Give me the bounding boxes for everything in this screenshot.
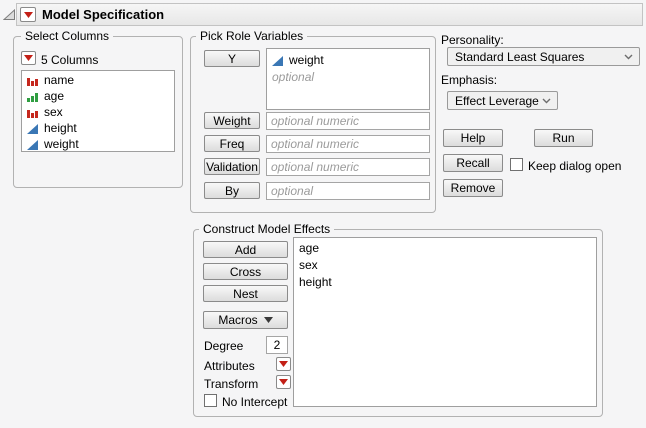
add-button[interactable]: Add [203,241,288,258]
continuous-column-icon [272,55,283,66]
select-columns-legend: Select Columns [21,29,114,43]
emphasis-dropdown[interactable]: Effect Leverage [447,91,558,110]
columns-list[interactable]: name age sex height weight [21,70,175,152]
nominal-column-icon [27,77,38,86]
red-triangle-icon [279,361,288,367]
red-triangle-icon [23,11,33,18]
help-button[interactable]: Help [443,129,503,147]
by-role-input[interactable] [266,182,430,200]
nominal-column-icon [27,109,38,118]
effect-item[interactable]: height [294,274,596,291]
keep-dialog-open-label: Keep dialog open [528,159,622,173]
personality-label: Personality: [441,33,504,47]
list-item[interactable]: height [22,120,174,136]
effect-item[interactable]: age [294,240,596,257]
page-title: Model Specification [42,7,165,22]
list-item[interactable]: sex [22,104,174,120]
run-button[interactable]: Run [534,129,593,147]
freq-role-button[interactable]: Freq [204,135,260,152]
degree-label: Degree [204,339,244,353]
y-assigned-item[interactable]: weight [267,51,429,69]
degree-input[interactable] [266,336,288,354]
keep-dialog-open-checkbox[interactable] [510,158,523,171]
freq-role-input[interactable] [266,135,430,153]
y-optional-placeholder: optional [272,70,315,84]
validation-role-button[interactable]: Validation [204,158,260,175]
chevron-down-icon [542,98,551,103]
recall-button[interactable]: Recall [443,154,503,172]
model-specification-dialog: Model Specification Select Columns 5 Col… [0,0,646,428]
column-name: age [44,88,65,103]
list-item[interactable]: name [22,72,174,88]
cross-button[interactable]: Cross [203,263,288,280]
list-item[interactable]: age [22,88,174,104]
weight-role-button[interactable]: Weight [204,112,260,129]
transform-label: Transform [204,377,259,391]
list-item[interactable]: weight [22,136,174,151]
nest-button[interactable]: Nest [203,285,288,302]
outline-header: Model Specification [16,3,643,26]
ordinal-column-icon [27,92,38,102]
macros-button[interactable]: Macros [203,311,288,329]
column-name: height [44,120,77,135]
column-name: name [44,72,75,87]
pick-role-variables-legend: Pick Role Variables [196,29,308,43]
continuous-column-icon [27,139,38,150]
weight-role-input[interactable] [266,112,430,130]
emphasis-label: Emphasis: [441,73,498,87]
effect-item[interactable]: sex [294,257,596,274]
personality-value: Standard Least Squares [455,49,585,64]
remove-button[interactable]: Remove [443,179,503,197]
attributes-label: Attributes [204,359,255,373]
by-role-button[interactable]: By [204,182,260,199]
continuous-column-icon [27,123,38,134]
disclosure-triangle-icon[interactable] [3,9,16,21]
columns-count-label: 5 Columns [41,53,99,67]
red-triangle-icon [24,55,33,61]
emphasis-value: Effect Leverage [455,93,539,108]
model-effects-list[interactable]: age sex height [293,237,597,407]
chevron-down-icon [624,54,633,59]
attributes-menu-button[interactable] [276,357,291,371]
red-triangle-icon [279,379,288,385]
construct-model-effects-legend: Construct Model Effects [199,222,335,236]
transform-menu-button[interactable] [276,375,291,389]
macros-label: Macros [218,313,258,327]
y-role-list[interactable]: weight optional [266,48,430,110]
y-role-button[interactable]: Y [204,50,260,67]
columns-menu-button[interactable] [21,51,36,65]
validation-role-input[interactable] [266,158,430,176]
column-name: sex [44,104,63,119]
red-triangle-menu-button[interactable] [20,7,36,22]
personality-dropdown[interactable]: Standard Least Squares [447,47,640,66]
dropdown-triangle-icon [263,317,273,323]
no-intercept-label: No Intercept [222,395,288,409]
no-intercept-checkbox[interactable] [204,394,217,407]
y-assigned-name: weight [289,52,324,67]
column-name: weight [44,136,79,151]
